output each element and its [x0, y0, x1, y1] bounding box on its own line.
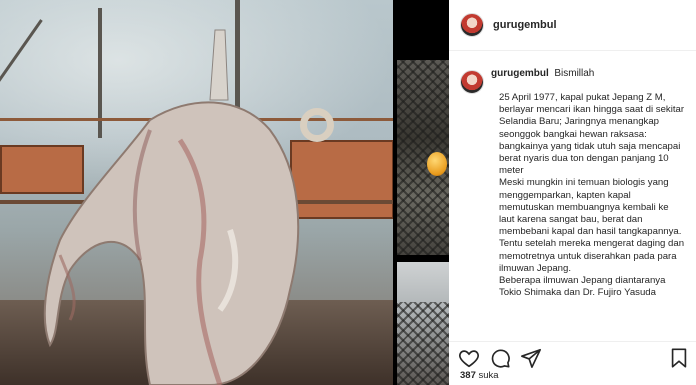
caption-first-line: Bismillah	[554, 68, 595, 79]
post-panel: gurugembul gurugembul Bismillah 25 April…	[449, 0, 696, 385]
caption: gurugembul Bismillah 25 April 1977, kapa…	[459, 66, 692, 334]
post-header: gurugembul	[449, 0, 696, 51]
photo-net-2	[397, 302, 449, 385]
comment-icon[interactable]	[489, 347, 511, 369]
action-bar	[449, 341, 696, 372]
carousel-next-image-2[interactable]	[397, 262, 449, 385]
caption-username[interactable]: gurugembul	[491, 68, 549, 79]
caption-paragraph: 25 April 1977, kapal pukat Jepang Z M, b…	[499, 92, 685, 177]
header-username[interactable]: gurugembul	[493, 19, 557, 31]
likes-count[interactable]: 387 suka	[460, 370, 499, 381]
avatar[interactable]	[460, 13, 484, 37]
heart-icon[interactable]	[458, 347, 480, 369]
likes-label: suka	[478, 370, 499, 381]
carousel-next-image[interactable]	[397, 60, 449, 255]
caption-paragraph: Beberapa ilmuwan Jepang diantaranya Toki…	[499, 275, 666, 299]
caption-header: gurugembul Bismillah	[491, 68, 594, 79]
photo-carcass	[43, 29, 300, 385]
photo-float	[427, 152, 447, 176]
caption-paragraph: Meski mungkin ini temuan biologis yang m…	[499, 177, 685, 274]
caption-body: 25 April 1977, kapal pukat Jepang Z M, b…	[499, 92, 685, 299]
post-photo[interactable]	[0, 0, 393, 385]
likes-number: 387	[460, 370, 476, 381]
bookmark-icon[interactable]	[668, 347, 690, 369]
share-icon[interactable]	[520, 347, 542, 369]
